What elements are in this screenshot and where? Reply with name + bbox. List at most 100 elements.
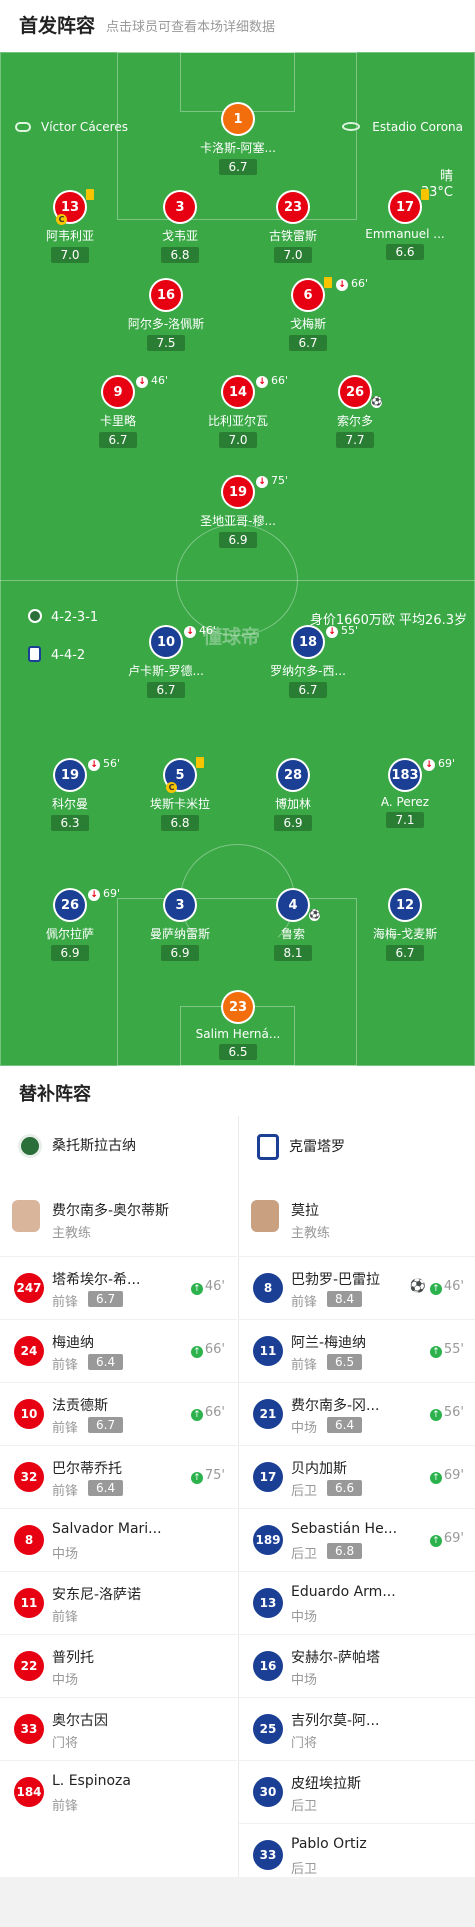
home-player[interactable]: 9 ↓ 46' 卡里略 6.7 xyxy=(58,374,178,448)
sub-player-row[interactable]: 32 巴尔蒂乔托 前锋 6.4 ↑ 75' xyxy=(0,1445,237,1508)
away-player[interactable]: 18 ↓ 55' 罗纳尔多-西... 6.7 xyxy=(248,624,368,698)
away-team[interactable]: 克雷塔罗 xyxy=(257,1134,345,1160)
sub-player-row[interactable]: 21 费尔南多-冈... 中场 6.4 ↑ 56' xyxy=(239,1382,475,1445)
player-name: 戈韦亚 xyxy=(161,229,198,243)
sub-player-row[interactable]: 13 Eduardo Arm... 中场 xyxy=(239,1571,475,1634)
player-number: 13 xyxy=(253,1588,283,1618)
player-name: 费尔南多-冈... xyxy=(291,1398,380,1414)
sub-minute: 46' xyxy=(151,374,169,387)
player-number: 25 xyxy=(253,1714,283,1744)
player-name: 卡洛斯-阿塞... xyxy=(200,141,276,155)
sub-player-row[interactable]: 24 梅迪纳 前锋 6.4 ↑ 66' xyxy=(0,1319,237,1382)
sub-player-row[interactable]: 25 吉列尔莫-阿... 门将 xyxy=(239,1697,475,1760)
player-rating: 6.8 xyxy=(161,247,199,263)
player-position: 门将 xyxy=(291,1736,318,1751)
away-player[interactable]: 10 ↓ 46' 卢卡斯-罗德... 6.7 xyxy=(106,624,226,698)
sub-minute: 66' xyxy=(351,277,369,290)
player-name: 曼萨纳雷斯 xyxy=(149,927,210,941)
player-rating: 7.5 xyxy=(147,335,185,351)
away-formation-label: 4-4-2 xyxy=(51,648,86,663)
player-rating: 6.4 xyxy=(327,1417,363,1433)
player-name: Salim Herná... xyxy=(195,1027,281,1041)
sub-player-row[interactable]: 10 法贡德斯 前锋 6.7 ↑ 66' xyxy=(0,1382,237,1445)
sub-player-row[interactable]: 33 奥尔古因 门将 xyxy=(0,1697,237,1760)
player-position: 后卫 xyxy=(291,1799,318,1814)
home-player[interactable]: 17 Emmanuel ... 6.6 xyxy=(345,189,465,260)
sub-player-row[interactable]: 11 阿兰-梅迪纳 前锋 6.5 ↑ 55' xyxy=(239,1319,475,1382)
home-player[interactable]: 14 ↓ 66' 比利亚尔瓦 7.0 xyxy=(178,374,298,448)
player-rating: 6.9 xyxy=(51,945,89,961)
player-number: 8 xyxy=(253,1273,283,1303)
player-rating: 6.4 xyxy=(88,1354,124,1370)
player-position: 前锋 xyxy=(52,1358,79,1373)
sub-minute: 69' xyxy=(443,1468,464,1483)
player-position: 中场 xyxy=(291,1421,318,1436)
home-player[interactable]: 6 ↓ 66' 戈梅斯 6.7 xyxy=(248,277,369,351)
home-player[interactable]: 13 C 阿韦利亚 7.0 xyxy=(10,189,130,263)
away-player[interactable]: 19 ↓ 56' 科尔曼 6.3 xyxy=(10,757,130,831)
player-number: 19 xyxy=(55,760,85,790)
player-number: 23 xyxy=(223,992,253,1022)
home-player[interactable]: 19 ↓ 75' 圣地亚哥-穆... 6.9 xyxy=(178,474,298,548)
player-number: 33 xyxy=(14,1714,44,1744)
home-player[interactable]: 16 阿尔多-洛佩斯 7.5 xyxy=(106,280,226,351)
player-position: 后卫 xyxy=(291,1547,318,1562)
player-rating: 6.7 xyxy=(219,159,257,175)
sub-in-minute: ↑ 56' xyxy=(429,1405,464,1421)
sub-player-row[interactable]: 11 安东尼-洛萨诺 前锋 xyxy=(0,1571,237,1634)
player-number: 9 xyxy=(103,377,133,407)
sub-player-row[interactable]: 16 安赫尔-萨帕塔 中场 xyxy=(239,1634,475,1697)
sub-minute: 56' xyxy=(103,757,121,770)
player-name: 贝内加斯 xyxy=(291,1461,347,1477)
player-rating: 8.4 xyxy=(327,1291,363,1307)
sub-in-icon: ↑ xyxy=(429,1283,442,1295)
sub-player-row[interactable]: 30 皮纽埃拉斯 后卫 xyxy=(239,1760,475,1823)
team-badge-icon xyxy=(28,646,41,662)
player-name: 古铁雷斯 xyxy=(268,229,317,243)
away-player[interactable]: 183 ↓ 69' A. Perez 7.1 xyxy=(345,757,465,828)
player-number: 183 xyxy=(390,760,420,790)
sub-in-minute: ↑ 75' xyxy=(190,1468,225,1484)
sub-out-icon: ↓ xyxy=(326,626,338,638)
sub-player-row[interactable]: 8 巴勃罗-巴雷拉 前锋 8.4 ⚽ ↑ 46' xyxy=(239,1256,475,1319)
player-number: 4 xyxy=(278,890,308,920)
page-subtitle: 点击球员可查看本场详细数据 xyxy=(106,20,276,35)
sub-minute: 55' xyxy=(341,624,359,637)
sub-minute: 55' xyxy=(443,1342,464,1357)
player-number: 22 xyxy=(14,1651,44,1681)
weather: 晴 xyxy=(439,169,453,184)
player-name: 普列托 xyxy=(52,1650,94,1666)
away-player[interactable]: 28 博加林 6.9 xyxy=(233,760,353,831)
captain-icon: C xyxy=(56,214,67,225)
sub-player-row[interactable]: 17 贝内加斯 后卫 6.6 ↑ 69' xyxy=(239,1445,475,1508)
home-player[interactable]: 26 ⚽ 索尔多 7.7 xyxy=(295,377,415,448)
player-name: Pablo Ortiz xyxy=(291,1836,367,1852)
sub-player-row[interactable]: 22 普列托 中场 xyxy=(0,1634,237,1697)
away-player[interactable]: 12 海梅-戈麦斯 6.7 xyxy=(345,890,465,961)
home-player[interactable]: 3 戈韦亚 6.8 xyxy=(120,192,240,263)
queretaro-badge-icon xyxy=(257,1134,279,1160)
player-name: 奥尔古因 xyxy=(52,1713,108,1729)
player-rating: 6.7 xyxy=(147,682,185,698)
yellow-card-icon xyxy=(324,277,332,288)
home-player[interactable]: 23 古铁雷斯 7.0 xyxy=(233,192,353,263)
sub-in-icon: ↑ xyxy=(429,1472,442,1484)
coach-role: 主教练 xyxy=(52,1226,92,1241)
sub-player-row[interactable]: 189 Sebastián He... 后卫 6.8 ↑ 69' xyxy=(239,1508,475,1571)
footer-space xyxy=(0,1877,475,1927)
player-number: 24 xyxy=(14,1336,44,1366)
player-name: Emmanuel ... xyxy=(365,227,445,241)
home-player[interactable]: 1 卡洛斯-阿塞... 6.7 xyxy=(178,104,298,175)
stadium: Estadio Corona xyxy=(342,120,463,134)
sub-player-row[interactable]: 8 Salvador Mari... 中场 xyxy=(0,1508,237,1571)
player-rating: 6.8 xyxy=(161,815,199,831)
sub-player-row[interactable]: 184 L. Espinoza 前锋 xyxy=(0,1760,237,1823)
away-player[interactable]: 4 ⚽ 鲁索 8.1 xyxy=(233,890,353,961)
away-player[interactable]: 3 曼萨纳雷斯 6.9 xyxy=(120,890,240,961)
away-player[interactable]: 23 Salim Herná... 6.5 xyxy=(178,992,298,1060)
away-player[interactable]: 26 ↓ 69' 佩尔拉萨 6.9 xyxy=(10,887,130,961)
yellow-card-icon xyxy=(86,189,94,200)
sub-player-row[interactable]: 247 塔希埃尔-希... 前锋 6.7 ↑ 46' xyxy=(0,1256,237,1319)
home-team[interactable]: 桑托斯拉古纳 xyxy=(18,1134,136,1158)
away-player[interactable]: 5 C 埃斯卡米拉 6.8 xyxy=(120,757,240,831)
